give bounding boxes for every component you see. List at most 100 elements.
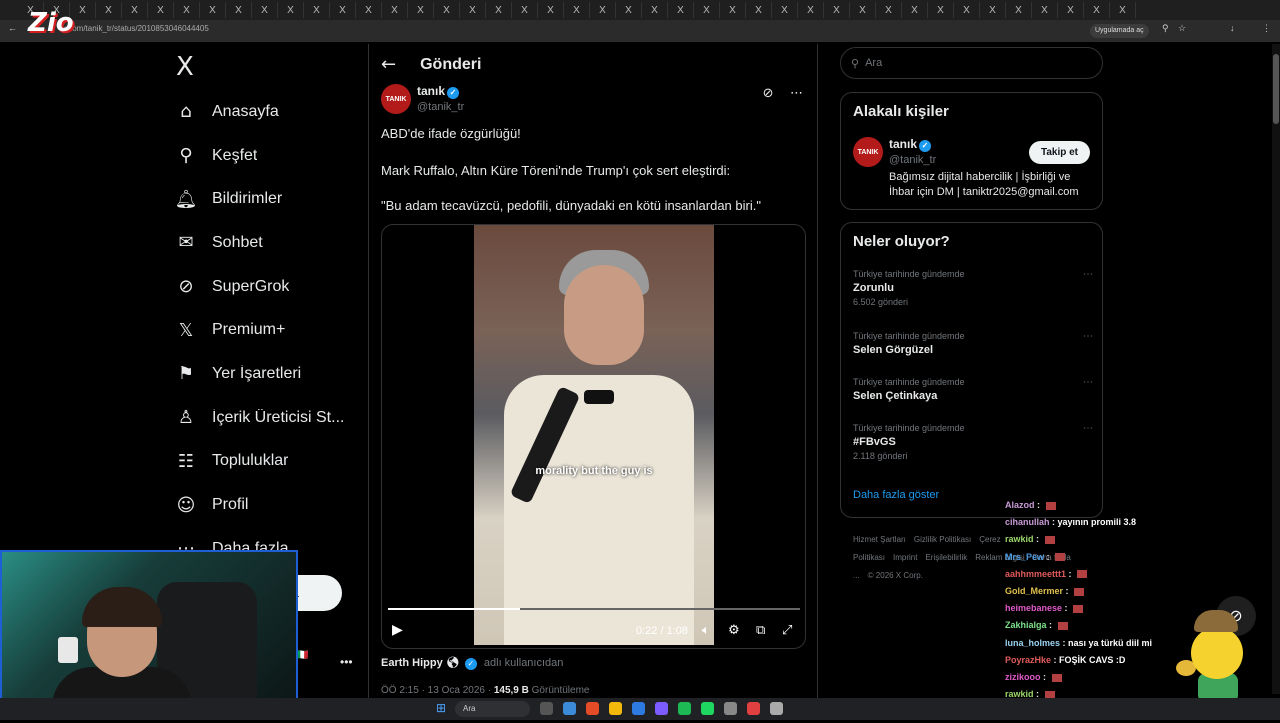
taskbar-app-icon[interactable]	[586, 702, 599, 715]
browser-tab[interactable]: X	[902, 2, 928, 18]
browser-tab[interactable]: X	[954, 2, 980, 18]
browser-tab[interactable]: X	[694, 2, 720, 18]
sidebar-item-bildirimler[interactable]: 🔔︎ Bildirimler	[172, 177, 362, 221]
video-source[interactable]: Earth Hippy 🌎︎ ✓ adlı kullanıcıdan	[381, 656, 563, 670]
taskbar-app-icon[interactable]	[701, 702, 714, 715]
browser-tab[interactable]: X	[356, 2, 382, 18]
sidebar-item-i-çerik-üreticisi-st-[interactable]: ♙ İçerik Üreticisi St...	[172, 396, 362, 440]
browser-tab[interactable]: X	[148, 2, 174, 18]
show-more-link[interactable]: Daha fazla göster	[853, 489, 939, 501]
footer-link[interactable]: Hizmet Şartları	[853, 535, 906, 544]
browser-tab[interactable]: X	[980, 2, 1006, 18]
trend-item[interactable]: Türkiye tarihinde gündemde Selen Görgüzel…	[853, 331, 1093, 356]
browser-tab[interactable]: X	[668, 2, 694, 18]
browser-tab[interactable]: X	[460, 2, 486, 18]
account-more-icon[interactable]: •••	[340, 655, 353, 669]
x-logo-icon[interactable]: X	[176, 52, 194, 82]
browser-tab[interactable]: X	[746, 2, 772, 18]
video-frame[interactable]: morality but the guy is	[474, 225, 714, 645]
trend-name[interactable]: Selen Görgüzel	[853, 344, 1093, 356]
browser-tab[interactable]: X	[798, 2, 824, 18]
taskbar-search[interactable]: Ara	[455, 701, 530, 717]
sidebar-item-premium-[interactable]: 𝕏 Premium+	[172, 308, 362, 352]
trend-more-icon[interactable]: ⋯	[1083, 331, 1093, 342]
taskbar-app-icon[interactable]	[724, 702, 737, 715]
browser-tab[interactable]: X	[122, 2, 148, 18]
settings-gear-icon[interactable]: ⚙	[728, 623, 740, 638]
browser-tab[interactable]: X	[928, 2, 954, 18]
taskbar-app-icon[interactable]	[747, 702, 760, 715]
trend-more-icon[interactable]: ⋯	[1083, 269, 1093, 280]
back-nav-icon[interactable]: ←	[8, 23, 17, 33]
browser-tab[interactable]: X	[772, 2, 798, 18]
browser-tab[interactable]: X	[486, 2, 512, 18]
back-arrow-icon[interactable]: ←	[381, 54, 396, 75]
picture-in-picture-icon[interactable]: ⧉	[756, 623, 765, 638]
browser-tab[interactable]: X	[96, 2, 122, 18]
sidebar-item-profil[interactable]: ☺ Profil	[172, 483, 362, 527]
footer-link[interactable]: Gizlilik Politikası	[914, 535, 971, 544]
footer-link[interactable]: © 2026 X Corp.	[868, 571, 923, 580]
taskbar-app-icon[interactable]	[609, 702, 622, 715]
trend-more-icon[interactable]: ⋯	[1083, 423, 1093, 434]
browser-tab[interactable]: X	[564, 2, 590, 18]
url-text[interactable]: x.com/tanik_tr/status/2010853046044405	[62, 24, 209, 33]
sidebar-item-yer-i-şaretleri[interactable]: ⚑ Yer İşaretleri	[172, 352, 362, 396]
sidebar-item-topluluklar[interactable]: ☷ Topluluklar	[172, 440, 362, 484]
page-scrollbar[interactable]	[1272, 44, 1280, 694]
browser-tab[interactable]: X	[330, 2, 356, 18]
more-options-icon[interactable]: ⋯	[790, 86, 803, 101]
star-icon[interactable]: ☆	[1178, 23, 1186, 34]
browser-tab[interactable]: X	[1006, 2, 1032, 18]
open-in-app-button[interactable]: Uygulamada aç	[1090, 24, 1149, 38]
volume-icon[interactable]: 🔈︎	[702, 623, 710, 638]
taskbar-app-icon[interactable]	[632, 702, 645, 715]
browser-tab[interactable]: X	[824, 2, 850, 18]
source-name[interactable]: Earth Hippy	[381, 657, 443, 669]
browser-tab[interactable]: X	[434, 2, 460, 18]
trend-more-icon[interactable]: ⋯	[1083, 377, 1093, 388]
sidebar-item-sohbet[interactable]: ✉ Sohbet	[172, 221, 362, 265]
browser-tab[interactable]: X	[304, 2, 330, 18]
browser-tab[interactable]: X	[226, 2, 252, 18]
taskbar-app-icon[interactable]	[563, 702, 576, 715]
taskbar-app-icon[interactable]	[540, 702, 553, 715]
address-bar[interactable]: ← → x.com/tanik_tr/status/20108530460444…	[0, 20, 1280, 42]
video-progress-bar[interactable]	[388, 608, 800, 610]
trend-name[interactable]: Selen Çetinkaya	[853, 390, 1093, 402]
windows-start-icon[interactable]: ⊞	[436, 702, 448, 714]
scroll-thumb[interactable]	[1273, 54, 1279, 124]
author-name[interactable]: tanık ✓	[417, 84, 464, 99]
browser-tab[interactable]: X	[720, 2, 746, 18]
search-input[interactable]	[865, 57, 1086, 69]
fullscreen-icon[interactable]: ⤢	[782, 623, 792, 638]
browser-tab[interactable]: X	[200, 2, 226, 18]
play-icon[interactable]: ▶	[392, 622, 403, 638]
browser-tab[interactable]: X	[590, 2, 616, 18]
browser-tab[interactable]: X	[408, 2, 434, 18]
browser-tab[interactable]: X	[642, 2, 668, 18]
trend-item[interactable]: Türkiye tarihinde gündemde Selen Çetinkay…	[853, 377, 1093, 402]
browser-tab[interactable]: X	[174, 2, 200, 18]
post-author[interactable]: TANIK tanık ✓ @tanik_tr	[381, 84, 464, 114]
trend-item[interactable]: Türkiye tarihinde gündemde Zorunlu 6.502 g…	[853, 269, 1093, 307]
browser-tab[interactable]: X	[616, 2, 642, 18]
browser-tab[interactable]: X	[1110, 2, 1136, 18]
taskbar-app-icon[interactable]	[678, 702, 691, 715]
author-handle[interactable]: @tanik_tr	[417, 101, 464, 113]
browser-tab[interactable]: X	[1032, 2, 1058, 18]
trend-item[interactable]: Türkiye tarihinde gündemde #FBvGS 2.118 gö…	[853, 423, 1093, 461]
trend-name[interactable]: Zorunlu	[853, 282, 1093, 294]
browser-tab[interactable]: X	[382, 2, 408, 18]
sidebar-item-supergrok[interactable]: ⊘ SuperGrok	[172, 265, 362, 309]
browser-tab[interactable]: X	[252, 2, 278, 18]
browser-tab[interactable]: X	[538, 2, 564, 18]
browser-tab[interactable]: X	[278, 2, 304, 18]
zoom-icon[interactable]: ⚲	[1162, 23, 1169, 34]
download-icon[interactable]: ↓	[1230, 23, 1235, 33]
sidebar-item-anasayfa[interactable]: ⌂ Anasayfa	[172, 90, 362, 134]
sidebar-item-keşfet[interactable]: ⚲ Keşfet	[172, 134, 362, 178]
avatar[interactable]: TANIK	[853, 137, 883, 167]
post-timestamp[interactable]: ÖÖ 2:15 · 13 Oca 2026 ·	[381, 685, 491, 696]
trend-name[interactable]: #FBvGS	[853, 436, 1093, 448]
